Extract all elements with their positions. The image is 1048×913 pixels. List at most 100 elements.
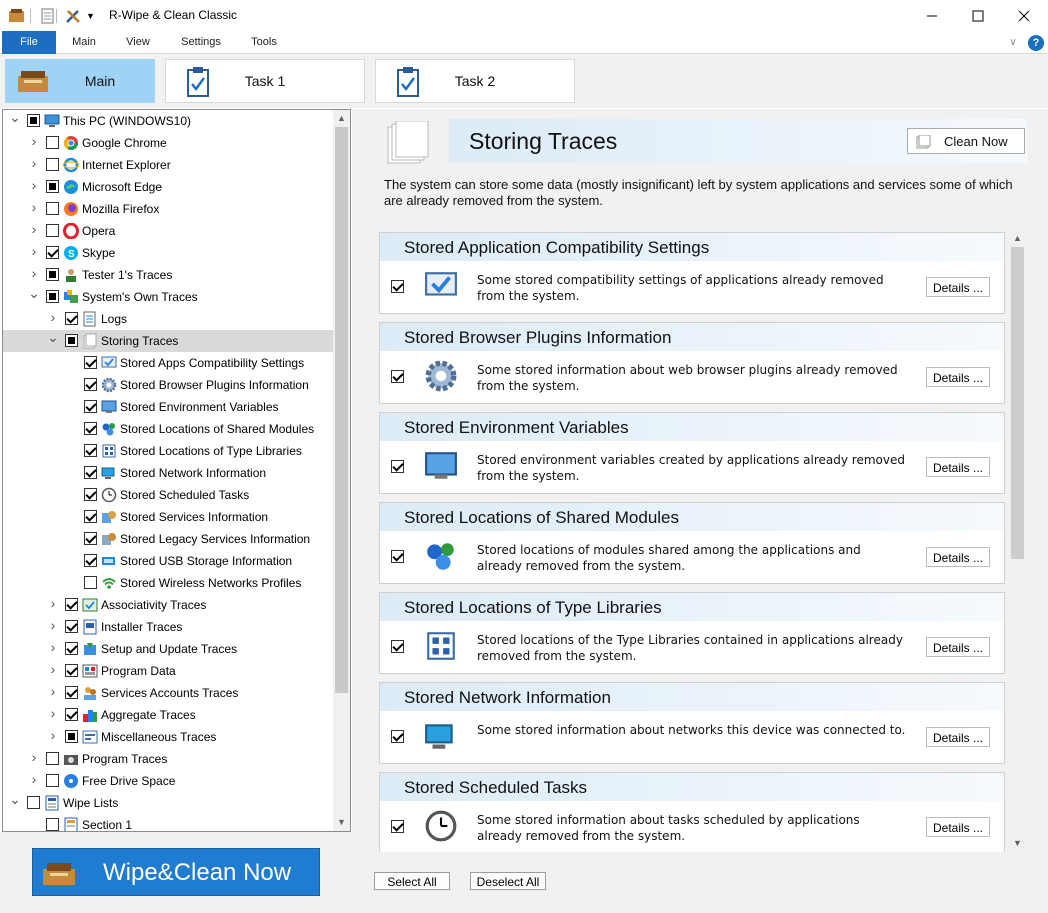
expand-icon[interactable]: ›	[47, 706, 59, 720]
menu-view[interactable]: View	[118, 31, 158, 54]
scroll-up-icon[interactable]: ▲	[333, 110, 350, 127]
tree-item[interactable]: › Mozilla Firefox	[3, 198, 333, 220]
tree-item[interactable]: › Program Data	[3, 660, 333, 682]
tree-item[interactable]: Stored Apps Compatibility Settings	[3, 352, 333, 374]
expand-icon[interactable]: ›	[47, 662, 59, 676]
tree-item-checkbox[interactable]	[27, 114, 40, 127]
task-list-icon[interactable]	[40, 7, 56, 25]
trace-card-checkbox[interactable]	[391, 370, 404, 383]
tree-item[interactable]: Stored Network Information	[3, 462, 333, 484]
tree-item-checkbox[interactable]	[65, 686, 78, 699]
tree-item-checkbox[interactable]	[46, 202, 59, 215]
tree-item-checkbox[interactable]	[46, 752, 59, 765]
tools-icon[interactable]	[64, 7, 82, 25]
quick-access-dropdown-icon[interactable]: ▼	[86, 7, 95, 25]
scroll-up-icon[interactable]: ▲	[1009, 230, 1026, 247]
details-button[interactable]: Details ...	[926, 547, 990, 567]
tree-item[interactable]: › Setup and Update Traces	[3, 638, 333, 660]
tree-item-checkbox[interactable]	[65, 312, 78, 325]
tree-item-checkbox[interactable]	[84, 356, 97, 369]
tree-item-checkbox[interactable]	[65, 642, 78, 655]
expand-icon[interactable]: ›	[28, 156, 40, 170]
tree-item[interactable]: › Tester 1's Traces	[3, 264, 333, 286]
tree-item[interactable]: › S Skype	[3, 242, 333, 264]
tab-task-2[interactable]: Task 2	[375, 59, 575, 103]
expand-icon[interactable]: ›	[47, 684, 59, 698]
tree-item[interactable]: › Logs	[3, 308, 333, 330]
menu-main[interactable]: Main	[62, 31, 106, 54]
tree-item-checkbox[interactable]	[46, 290, 59, 303]
tab-main[interactable]: Main	[5, 59, 155, 103]
ribbon-collapse-icon[interactable]: ∨	[1005, 31, 1021, 54]
help-icon[interactable]: ?	[1028, 35, 1044, 51]
expand-icon[interactable]: ›	[28, 772, 40, 786]
expand-icon[interactable]: ›	[28, 244, 40, 258]
tab-task-1[interactable]: Task 1	[165, 59, 365, 103]
menu-tools[interactable]: Tools	[242, 31, 286, 54]
scroll-down-icon[interactable]: ▼	[333, 814, 350, 831]
clean-now-button[interactable]: Clean Now	[907, 128, 1025, 154]
wipe-clean-now-button[interactable]: Wipe&Clean Now	[32, 848, 320, 896]
collapse-icon[interactable]: ⌄	[28, 286, 40, 300]
tree-item-checkbox[interactable]	[46, 818, 59, 831]
tree-item-checkbox[interactable]	[46, 224, 59, 237]
trace-card-checkbox[interactable]	[391, 460, 404, 473]
tree-scroll-thumb[interactable]	[335, 127, 348, 693]
tree-item[interactable]: › Associativity Traces	[3, 594, 333, 616]
tree-item-checkbox[interactable]	[84, 400, 97, 413]
tree-item-checkbox[interactable]	[46, 774, 59, 787]
tree-item-checkbox[interactable]	[65, 664, 78, 677]
expand-icon[interactable]: ›	[47, 640, 59, 654]
tree-item-checkbox[interactable]	[46, 136, 59, 149]
tree-item-checkbox[interactable]	[84, 576, 97, 589]
close-icon[interactable]	[1001, 0, 1047, 31]
expand-icon[interactable]: ›	[28, 750, 40, 764]
tree-item-checkbox[interactable]	[27, 796, 40, 809]
tree-item-checkbox[interactable]	[46, 180, 59, 193]
tree-item[interactable]: Stored Legacy Services Information	[3, 528, 333, 550]
tree-item-checkbox[interactable]	[84, 488, 97, 501]
tree-item[interactable]: › Installer Traces	[3, 616, 333, 638]
expand-icon[interactable]: ›	[28, 134, 40, 148]
tree-item-checkbox[interactable]	[84, 422, 97, 435]
expand-icon[interactable]: ›	[28, 200, 40, 214]
tree-item[interactable]: ⌄ This PC (WINDOWS10)	[3, 110, 333, 132]
tree-item[interactable]: › Miscellaneous Traces	[3, 726, 333, 748]
tree-item[interactable]: Stored USB Storage Information	[3, 550, 333, 572]
tree-item-checkbox[interactable]	[84, 466, 97, 479]
tree-item[interactable]: › Free Drive Space	[3, 770, 333, 792]
tree-item[interactable]: › Internet Explorer	[3, 154, 333, 176]
tree-item[interactable]: Stored Locations of Shared Modules	[3, 418, 333, 440]
trace-card-checkbox[interactable]	[391, 730, 404, 743]
tree-item-checkbox[interactable]	[84, 510, 97, 523]
tree-item-checkbox[interactable]	[84, 378, 97, 391]
tree-item[interactable]: › Program Traces	[3, 748, 333, 770]
deselect-all-button[interactable]: Deselect All	[470, 872, 546, 890]
expand-icon[interactable]: ›	[28, 222, 40, 236]
details-button[interactable]: Details ...	[926, 277, 990, 297]
expand-icon[interactable]: ›	[47, 310, 59, 324]
collapse-icon[interactable]: ⌄	[9, 110, 21, 124]
tree-item[interactable]: Stored Scheduled Tasks	[3, 484, 333, 506]
panel-scroll-thumb[interactable]	[1011, 247, 1024, 559]
panel-scrollbar[interactable]: ▲ ▼	[1009, 230, 1026, 852]
tree-item[interactable]: › Google Chrome	[3, 132, 333, 154]
scroll-down-icon[interactable]: ▼	[1009, 835, 1026, 852]
traces-tree[interactable]: ⌄ This PC (WINDOWS10) › Google Chrome › Inter…	[2, 109, 351, 832]
tree-item-checkbox[interactable]	[84, 444, 97, 457]
tree-item[interactable]: Stored Locations of Type Libraries	[3, 440, 333, 462]
tree-item[interactable]: Stored Wireless Networks Profiles	[3, 572, 333, 594]
tree-item-checkbox[interactable]	[65, 598, 78, 611]
expand-icon[interactable]: ›	[47, 618, 59, 632]
tree-item[interactable]: › Services Accounts Traces	[3, 682, 333, 704]
details-button[interactable]: Details ...	[926, 457, 990, 477]
tree-item[interactable]: Stored Services Information	[3, 506, 333, 528]
menu-settings[interactable]: Settings	[172, 31, 230, 54]
trace-card-checkbox[interactable]	[391, 280, 404, 293]
details-button[interactable]: Details ...	[926, 367, 990, 387]
tree-item-checkbox[interactable]	[65, 708, 78, 721]
tree-item[interactable]: › Opera	[3, 220, 333, 242]
expand-icon[interactable]: ›	[47, 728, 59, 742]
details-button[interactable]: Details ...	[926, 817, 990, 837]
maximize-icon[interactable]	[955, 0, 1001, 31]
